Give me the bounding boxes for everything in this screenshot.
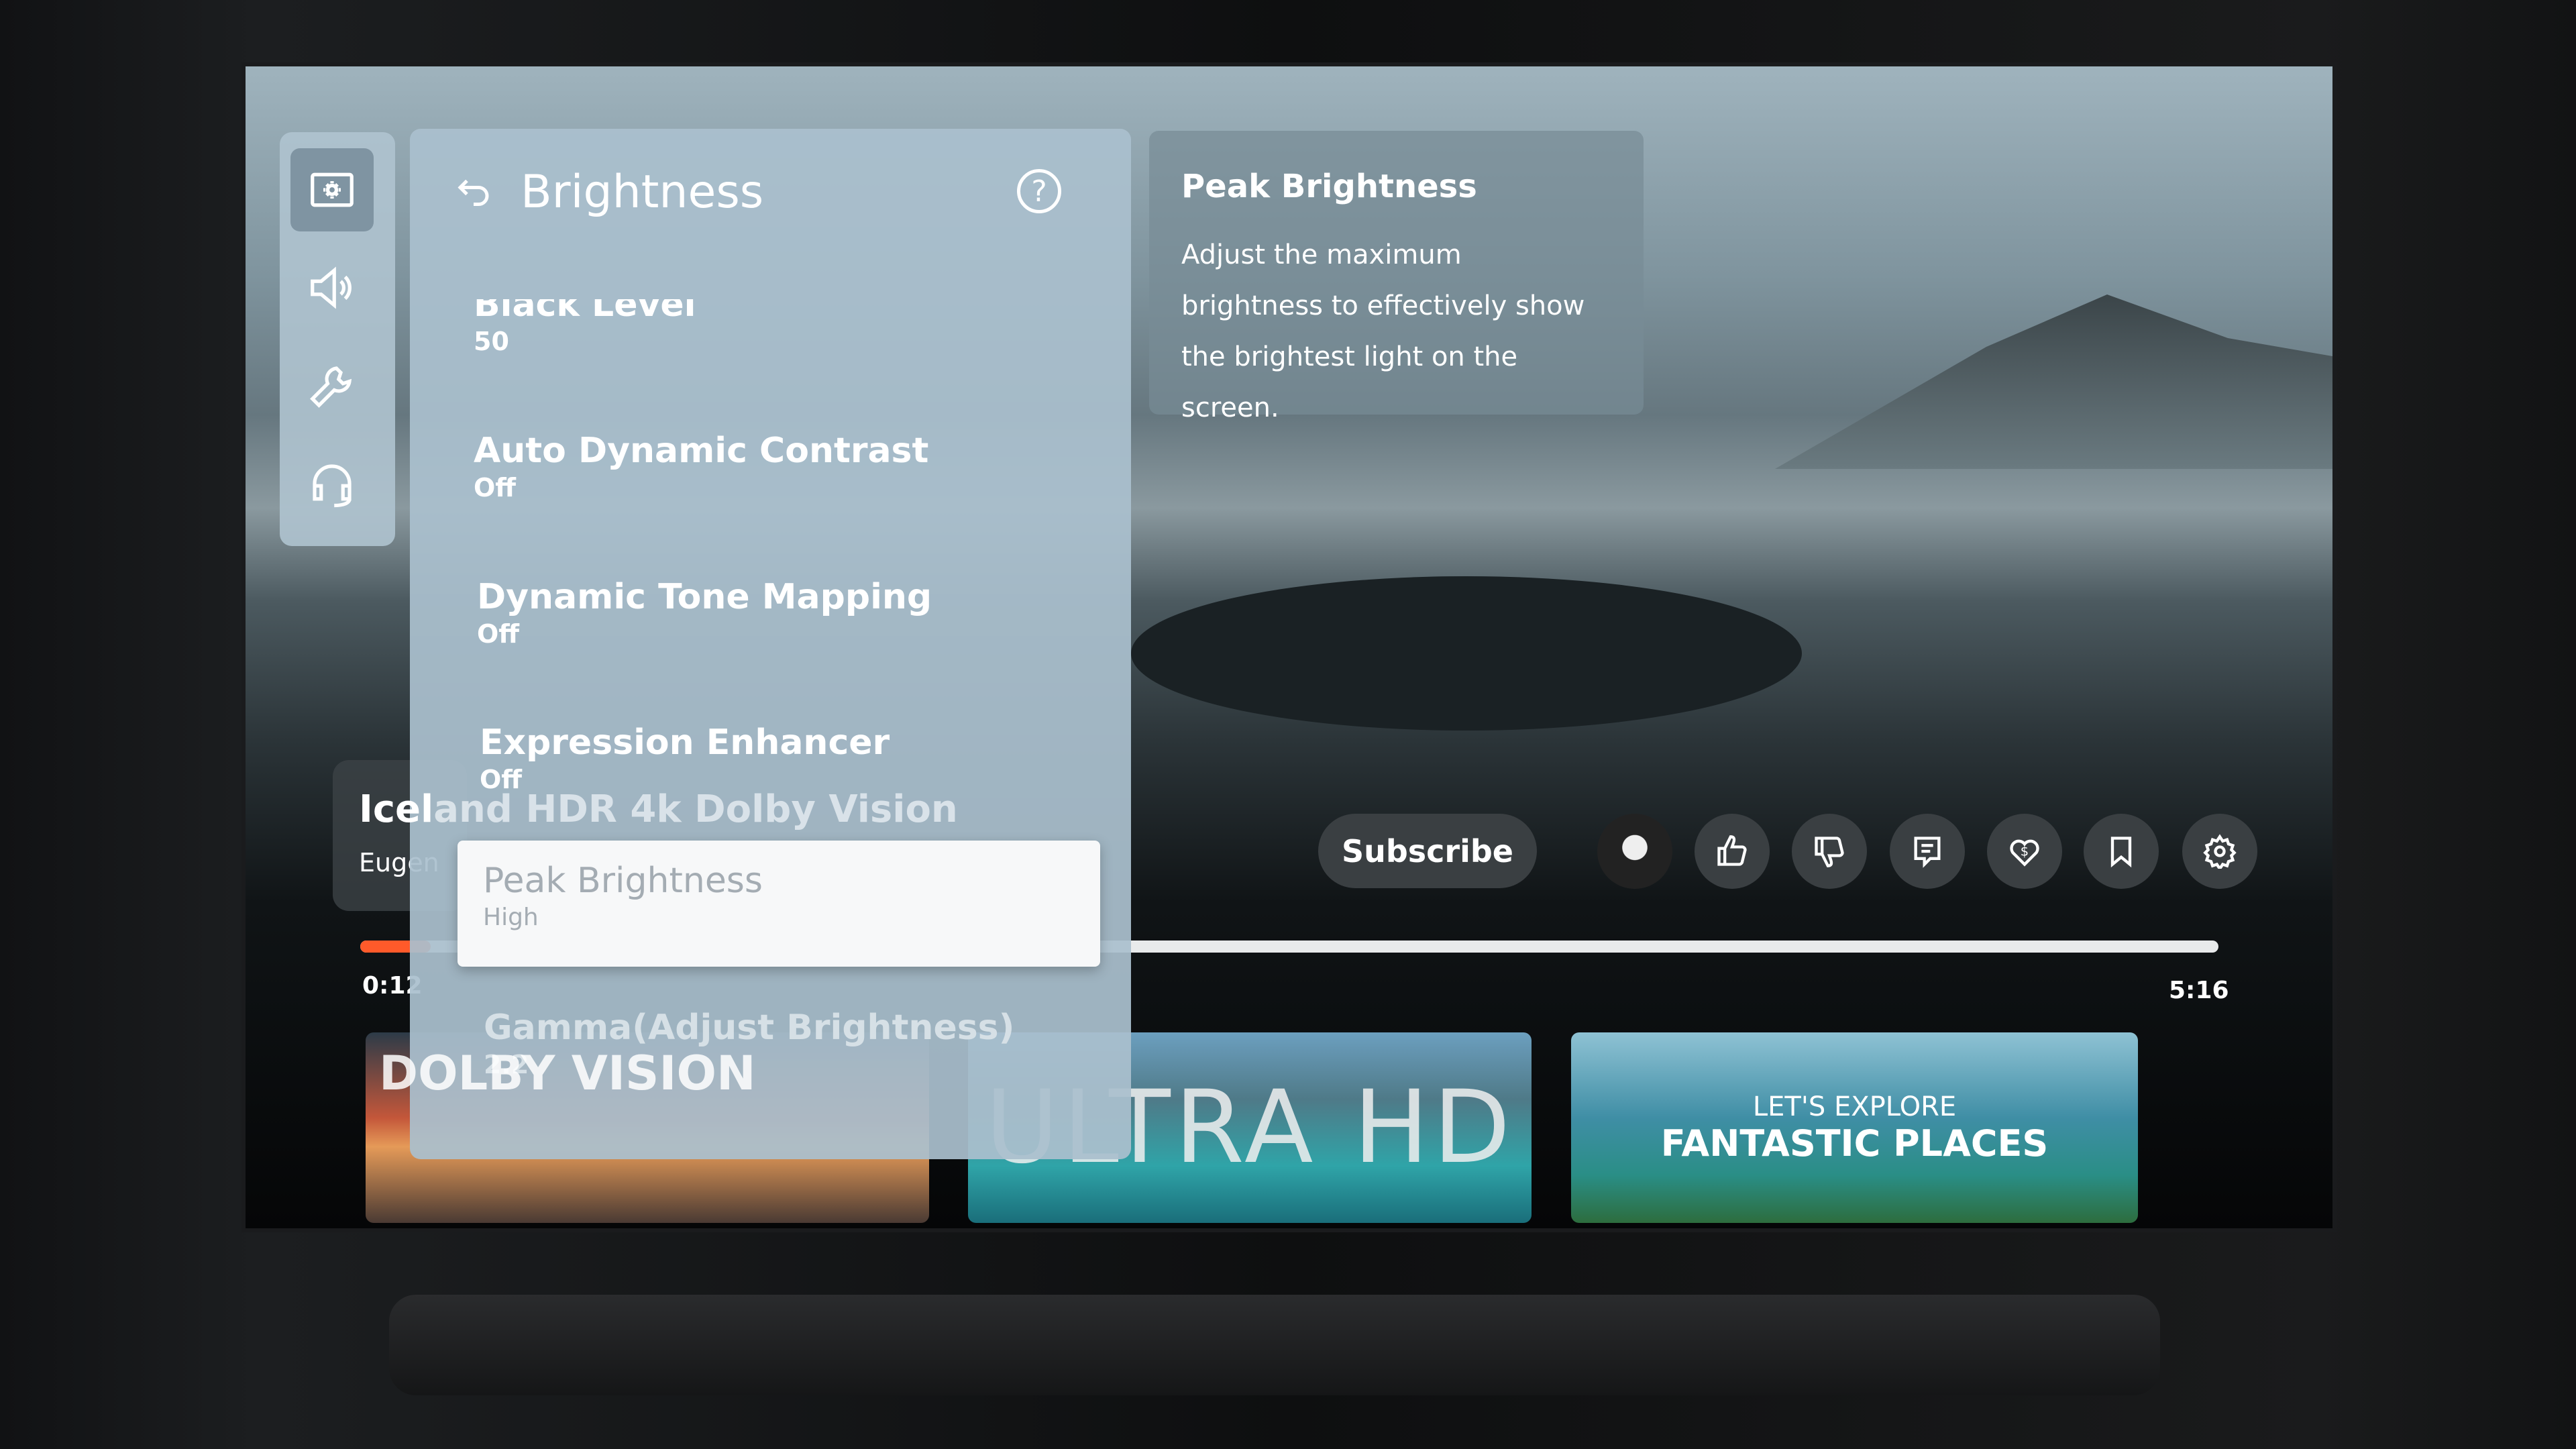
gear-icon [2203,834,2237,869]
help-title: Peak Brightness [1181,168,1477,205]
channel-avatar[interactable] [1597,814,1672,889]
item-label: Gamma(Adjust Brightness) [484,1008,1015,1048]
subscribe-button[interactable]: Subscribe [1318,814,1537,888]
menu-item-dynamic-tone-mapping[interactable]: Dynamic Tone Mapping Off [477,577,1121,651]
comments-button[interactable] [1890,814,1965,889]
sidebar-item-general[interactable] [290,344,374,427]
picture-brightness-icon [311,172,354,207]
help-button[interactable]: ? [1017,169,1061,213]
menu-item-black-level[interactable]: Black Level 50 [474,284,1118,358]
settings-button[interactable] [2182,814,2257,889]
video-title: Iceland HDR 4k Dolby Vision [359,788,958,831]
thanks-button[interactable]: $ [1987,814,2062,889]
wrench-icon [310,366,352,408]
thumbs-down-icon [1815,837,1844,867]
svg-text:$: $ [2021,844,2029,859]
question-icon: ? [1031,174,1047,209]
rock-scenery [1131,576,1802,731]
settings-category-sidebar [280,132,395,546]
item-value: 50 [474,327,509,356]
help-description-box: Peak Brightness Adjust the maximum brigh… [1149,131,1644,423]
bookmark-icon [2110,837,2132,868]
item-label: Expression Enhancer [480,722,890,763]
heart-dollar-icon: $ [2010,839,2039,867]
save-button[interactable] [2084,814,2159,889]
item-label: Peak Brightness [483,861,763,901]
thumbnail-1-text: DOLBY VISION [379,1046,756,1101]
sidebar-item-support[interactable] [290,442,374,525]
video-title-obscured: and HDR 4k Dolby Vision [433,788,958,831]
item-value: High [483,904,539,931]
menu-item-expression-enhancer[interactable]: Expression Enhancer Off [480,722,1124,796]
like-button[interactable] [1695,814,1770,889]
headset-icon [313,464,352,508]
menu-item-peak-brightness[interactable]: Peak Brightness High [458,841,1100,967]
thumbnail-text-top: LET'S EXPLORE [1752,1091,1957,1122]
brightness-settings-panel: Brightness ? Black Level 50 Auto Dynamic … [410,129,1131,1159]
duration: 5:16 [2169,977,2229,1004]
item-value: Off [474,473,517,502]
item-label: Black Level [474,284,696,325]
video-title-visible: Icel [359,788,434,831]
page-title: Brightness [521,166,764,219]
tv-screen: Iceland HDR 4k Dolby Vision Eugen Subscr… [241,62,2337,1232]
item-value: Off [477,619,520,649]
speaker-icon [311,266,352,309]
thumbs-up-icon [1717,835,1747,866]
comment-icon [1914,837,1941,868]
thumbnail-3[interactable]: LET'S EXPLORE FANTASTIC PLACES [1571,1032,2138,1223]
thumbnail-text-main: FANTASTIC PLACES [1660,1122,2049,1165]
sidebar-item-sound[interactable] [290,246,374,329]
sidebar-item-picture[interactable] [290,148,374,231]
item-label: Dynamic Tone Mapping [477,577,932,617]
menu-item-auto-dynamic-contrast[interactable]: Auto Dynamic Contrast Off [474,431,1118,504]
item-label: Auto Dynamic Contrast [474,431,929,471]
soundbar [389,1295,2160,1395]
help-text: Adjust the maximum brightness to effecti… [1181,239,1585,423]
back-arrow-icon[interactable] [453,172,494,213]
dislike-button[interactable] [1792,814,1867,889]
